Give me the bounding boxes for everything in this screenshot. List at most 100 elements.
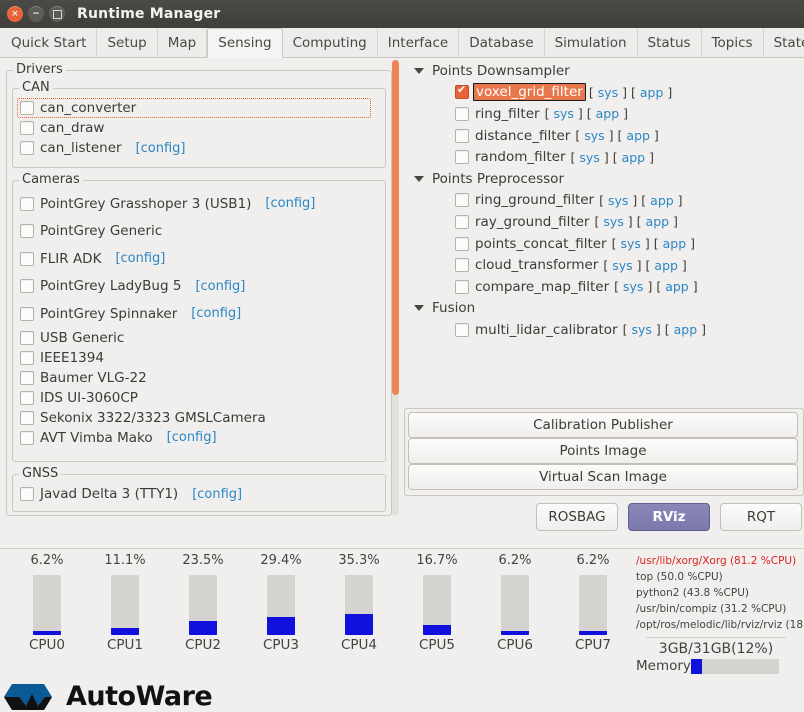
left-panel-scrollbar[interactable] <box>392 60 399 516</box>
tab-database[interactable]: Database <box>459 28 545 58</box>
close-icon[interactable]: × <box>7 6 23 22</box>
checkbox-can_listener[interactable] <box>20 141 34 155</box>
device-row[interactable]: Sekonix 3322/3323 GMSLCamera <box>20 408 380 428</box>
checkbox-PointGrey Grasshoper 3 (USB1)[interactable] <box>20 196 34 211</box>
app-link[interactable]: app <box>663 236 687 251</box>
app-link[interactable]: app <box>650 193 674 208</box>
tab-status[interactable]: Status <box>637 28 702 58</box>
app-link[interactable]: app <box>646 214 670 229</box>
sys-link[interactable]: sys <box>553 106 573 121</box>
checkbox-can_converter[interactable] <box>20 101 34 115</box>
tab-state[interactable]: State <box>763 28 804 58</box>
device-row[interactable]: PointGrey Grasshoper 3 (USB1) [config] <box>20 190 380 218</box>
tree-node-row[interactable]: distance_filter[ sys ] [ app ] <box>404 125 802 147</box>
sys-link[interactable]: sys <box>620 236 640 251</box>
tree-node-row[interactable]: multi_lidar_calibrator[ sys ] [ app ] <box>404 319 802 341</box>
checkbox-PointGrey LadyBug 5[interactable] <box>20 279 34 294</box>
checkbox-ray_ground_filter[interactable] <box>455 214 469 229</box>
checkbox-cloud_transformer[interactable] <box>455 258 469 273</box>
button-points-image[interactable]: Points Image <box>408 438 798 464</box>
sys-link[interactable]: sys <box>631 322 651 337</box>
app-link[interactable]: app <box>674 322 698 337</box>
app-link[interactable]: app <box>665 279 689 294</box>
device-row[interactable]: IDS UI-3060CP <box>20 388 380 408</box>
checkbox-USB Generic[interactable] <box>20 330 34 345</box>
checkbox-voxel_grid_filter[interactable] <box>455 83 469 100</box>
tree-node-row[interactable]: cloud_transformer[ sys ] [ app ] <box>404 254 802 276</box>
device-row[interactable]: PointGrey Spinnaker [config] <box>20 300 380 328</box>
app-link[interactable]: app <box>654 258 678 273</box>
tree-node-row[interactable]: points_concat_filter[ sys ] [ app ] <box>404 233 802 255</box>
device-row[interactable]: IEEE1394 <box>20 348 380 368</box>
checkbox-points_concat_filter[interactable] <box>455 236 469 251</box>
tree-node-row[interactable]: ring_filter[ sys ] [ app ] <box>404 103 802 125</box>
tree-node-row[interactable]: ray_ground_filter[ sys ] [ app ] <box>404 211 802 233</box>
chevron-down-icon[interactable] <box>414 67 424 74</box>
device-row[interactable]: USB Generic <box>20 328 380 348</box>
app-link[interactable]: app <box>626 128 650 143</box>
tree-group-points-preprocessor[interactable]: Points Preprocessor <box>404 168 802 190</box>
checkbox-Baumer VLG-22[interactable] <box>20 370 34 385</box>
app-link[interactable]: app <box>596 106 620 121</box>
checkbox-can_draw[interactable] <box>20 121 34 135</box>
left-panel-scrollbar-thumb[interactable] <box>392 60 399 395</box>
device-row[interactable]: Baumer VLG-22 <box>20 368 380 388</box>
device-row[interactable]: can_draw <box>20 118 380 138</box>
checkbox-IEEE1394[interactable] <box>20 350 34 365</box>
tree-group-points-downsampler[interactable]: Points Downsampler <box>404 60 802 82</box>
device-row[interactable]: can_converter <box>17 98 380 118</box>
tab-setup[interactable]: Setup <box>97 28 158 58</box>
tree-node-row[interactable]: compare_map_filter[ sys ] [ app ] <box>404 276 802 298</box>
minimize-icon[interactable]: − <box>28 6 44 22</box>
config-link[interactable]: [config] <box>192 487 242 502</box>
checkbox-IDS UI-3060CP[interactable] <box>20 390 34 405</box>
sys-link[interactable]: sys <box>603 214 623 229</box>
tree-node-row[interactable]: voxel_grid_filter[ sys ] [ app ] <box>404 82 802 104</box>
tab-interface[interactable]: Interface <box>377 28 460 58</box>
config-link[interactable]: [config] <box>115 251 165 266</box>
tree-node-row[interactable]: random_filter[ sys ] [ app ] <box>404 146 802 168</box>
tab-sensing[interactable]: Sensing <box>207 28 283 58</box>
checkbox-multi_lidar_calibrator[interactable] <box>455 322 469 337</box>
config-link[interactable]: [config] <box>265 196 315 211</box>
config-link[interactable]: [config] <box>195 279 245 294</box>
device-row[interactable]: FLIR ADK [config] <box>20 245 380 273</box>
app-link[interactable]: app <box>640 85 664 100</box>
tab-quick-start[interactable]: Quick Start <box>0 28 98 58</box>
tab-computing[interactable]: Computing <box>282 28 378 58</box>
tree-group-fusion[interactable]: Fusion <box>404 298 802 320</box>
checkbox-AVT Vimba Mako[interactable] <box>20 430 34 445</box>
sys-link[interactable]: sys <box>579 150 599 165</box>
sys-link[interactable]: sys <box>623 279 643 294</box>
checkbox-distance_filter[interactable] <box>455 128 469 143</box>
button-calibration-publisher[interactable]: Calibration Publisher <box>408 412 798 438</box>
tab-topics[interactable]: Topics <box>701 28 764 58</box>
chevron-down-icon[interactable] <box>414 305 424 312</box>
button-rviz[interactable]: RViz <box>628 503 710 531</box>
chevron-down-icon[interactable] <box>414 175 424 182</box>
sys-link[interactable]: sys <box>598 85 618 100</box>
button-virtual-scan-image[interactable]: Virtual Scan Image <box>408 464 798 490</box>
device-row[interactable]: PointGrey LadyBug 5 [config] <box>20 273 380 301</box>
checkbox-PointGrey Generic[interactable] <box>20 224 34 239</box>
button-rqt[interactable]: RQT <box>720 503 802 531</box>
sys-link[interactable]: sys <box>584 128 604 143</box>
device-row[interactable]: PointGrey Generic <box>20 218 380 246</box>
tab-map[interactable]: Map <box>157 28 208 58</box>
app-link[interactable]: app <box>622 150 646 165</box>
tree-node-row[interactable]: ring_ground_filter[ sys ] [ app ] <box>404 190 802 212</box>
device-row[interactable]: Javad Delta 3 (TTY1) [config] <box>20 484 380 504</box>
checkbox-PointGrey Spinnaker[interactable] <box>20 306 34 321</box>
sys-link[interactable]: sys <box>608 193 628 208</box>
checkbox-compare_map_filter[interactable] <box>455 279 469 294</box>
checkbox-ring_ground_filter[interactable] <box>455 193 469 208</box>
checkbox-Javad Delta 3 (TTY1)[interactable] <box>20 487 34 501</box>
device-row[interactable]: can_listener [config] <box>20 138 380 158</box>
checkbox-FLIR ADK[interactable] <box>20 251 34 266</box>
config-link[interactable]: [config] <box>167 430 217 445</box>
checkbox-random_filter[interactable] <box>455 150 469 165</box>
button-rosbag[interactable]: ROSBAG <box>536 503 618 531</box>
device-row[interactable]: AVT Vimba Mako [config] <box>20 428 380 448</box>
tab-simulation[interactable]: Simulation <box>544 28 638 58</box>
checkbox-Sekonix 3322/3323 GMSLCamera[interactable] <box>20 410 34 425</box>
